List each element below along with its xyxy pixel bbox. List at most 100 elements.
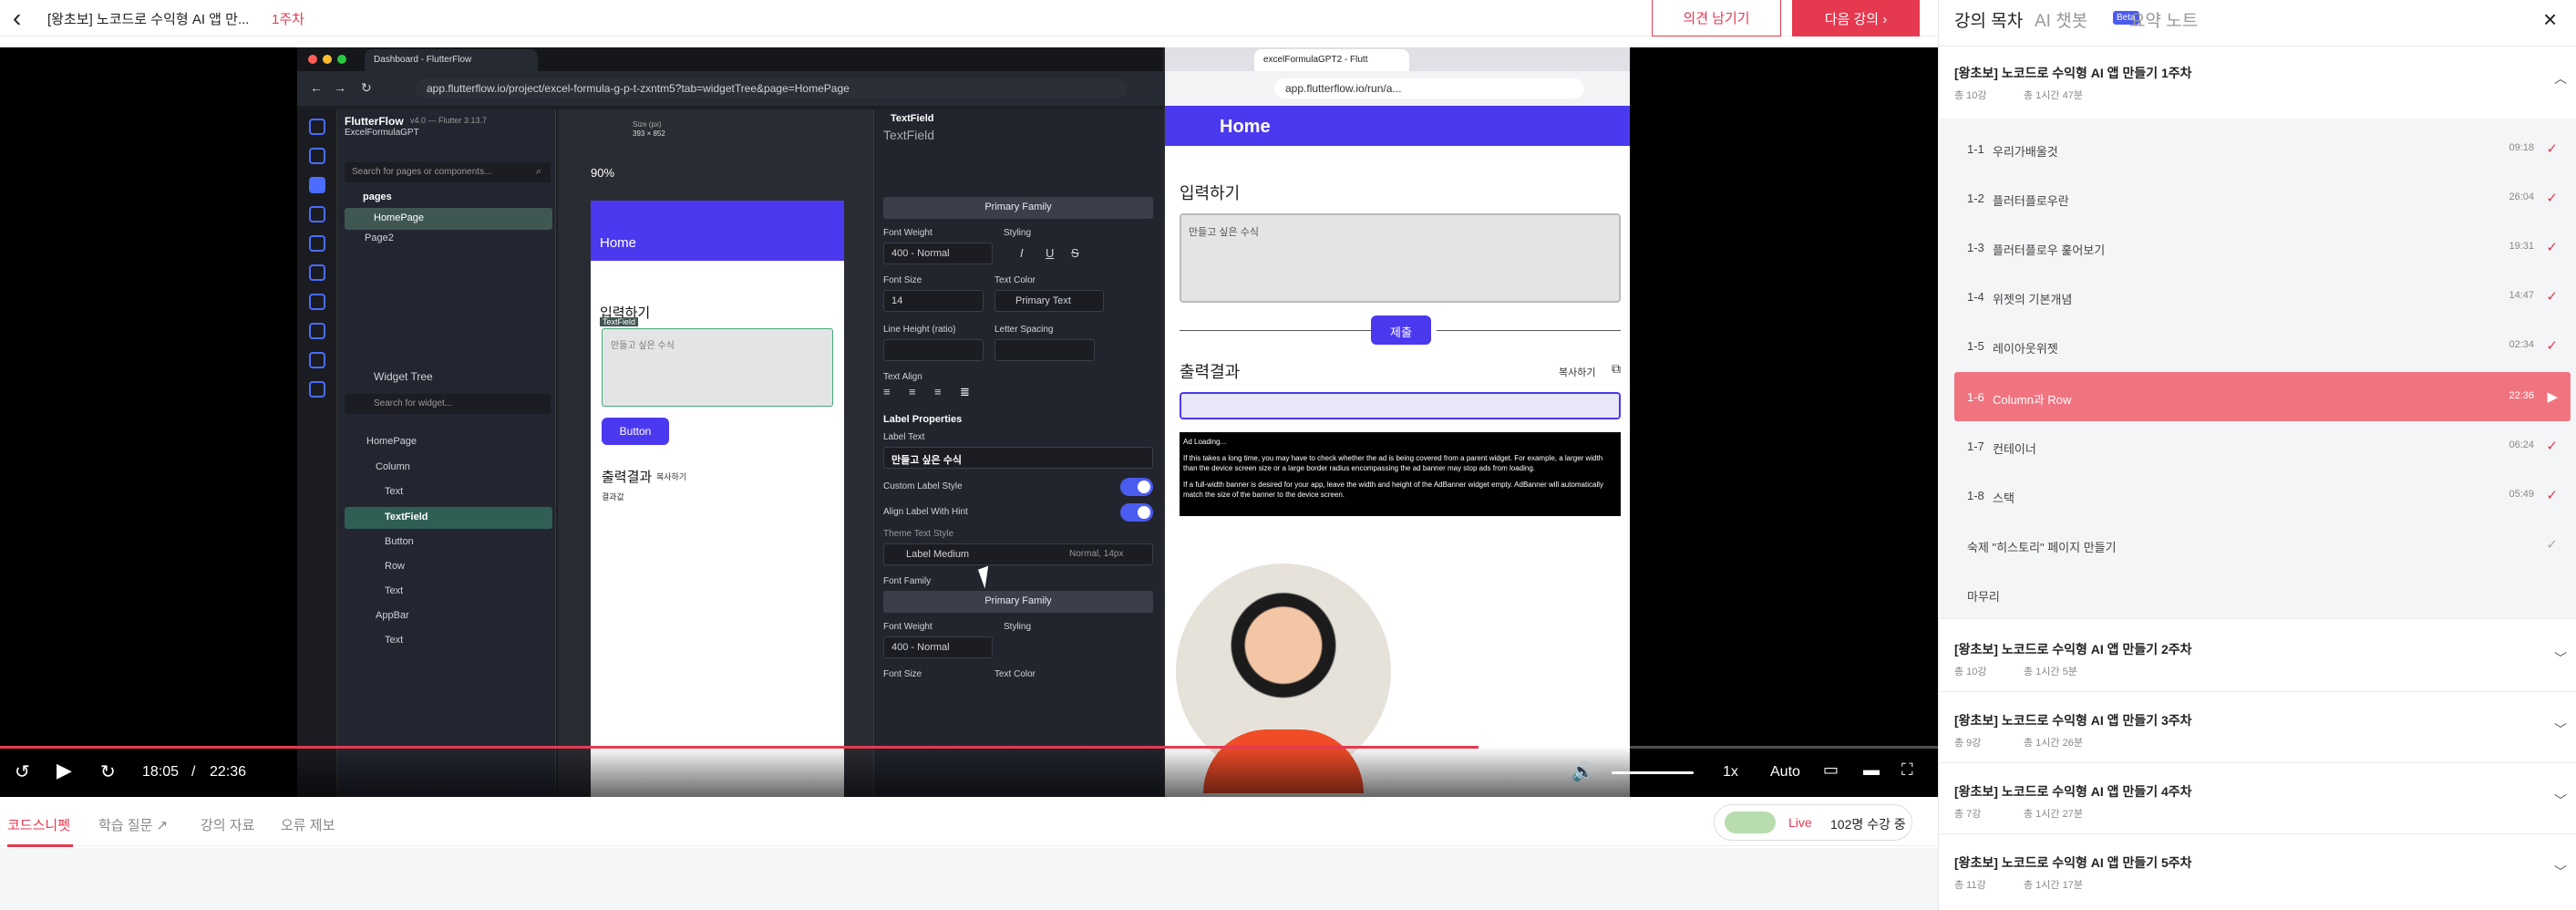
tree-row-selected[interactable] [345, 507, 552, 529]
font-weight-select[interactable]: 400 - Normal [883, 243, 993, 264]
week-1-title[interactable]: [왕초보] 노코드로 수익형 AI 앱 만들기 1주차 [1954, 64, 2192, 82]
theater-mode-icon[interactable]: ▬ [1863, 760, 1880, 780]
align-left-icon[interactable]: ≡ [883, 385, 891, 398]
week-4-title[interactable]: [왕초보] 노코드로 수익형 AI 앱 만들기 4주차 [1954, 782, 2192, 801]
letter-spacing-input[interactable] [994, 339, 1095, 361]
strikethrough-icon[interactable]: S [1071, 246, 1079, 260]
quality-button[interactable]: Auto [1770, 764, 1800, 781]
submit-button[interactable]: 제출 [1371, 315, 1431, 345]
lesson-time: 26:04 [2509, 191, 2534, 202]
media-icon [308, 352, 325, 368]
zoom-level[interactable]: 90% [591, 166, 614, 180]
volume-icon[interactable]: 🔊 [1571, 760, 1594, 783]
maximize-dot-icon [337, 55, 346, 64]
font-weight-select-2[interactable]: 400 - Normal [883, 636, 993, 658]
preview-button[interactable]: Button [602, 418, 669, 445]
tree-item[interactable]: Text [385, 585, 403, 596]
tab-code-snippet[interactable]: 코드스니펫 [7, 815, 70, 834]
align-right-icon[interactable]: ≡ [934, 385, 942, 398]
appbar [591, 201, 844, 261]
underline-icon[interactable]: U [1046, 246, 1054, 260]
properties-panel: TextField TextField Primary Family Font … [873, 109, 1163, 797]
close-icon[interactable]: × [2543, 5, 2557, 34]
align-label-toggle[interactable] [1120, 503, 1153, 522]
app-version: v4.0 — Flutter 3.13.7 [410, 116, 488, 125]
tree-item[interactable]: Button [385, 536, 414, 547]
chevron-up-icon[interactable]: ︿ [2554, 69, 2567, 88]
week-3-title[interactable]: [왕초보] 노코드로 수익형 AI 앱 만들기 3주차 [1954, 711, 2192, 729]
week-5-title[interactable]: [왕초보] 노코드로 수익형 AI 앱 만들기 5주차 [1954, 853, 2192, 872]
line-height-input[interactable] [883, 339, 984, 361]
play-icon: ▶ [2547, 389, 2558, 405]
tree-item[interactable]: TextField [385, 512, 428, 522]
lesson-item[interactable]: 1-8 스택 05:49 ✓ [1954, 471, 2571, 520]
tab-curriculum[interactable]: 강의 목차 [1954, 7, 2023, 32]
lesson-item-active[interactable]: 1-6 Column과 Row 22:36 ▶ [1954, 372, 2571, 421]
subtitles-icon[interactable]: ▭ [1823, 760, 1839, 780]
font-weight-label-2: Font Weight [883, 622, 933, 632]
lesson-title: 숙제 "히스토리" 페이지 만들기 [1967, 541, 2117, 554]
custom-label-style-toggle[interactable] [1120, 478, 1153, 496]
fullscreen-icon[interactable]: ⛶ [1901, 760, 1913, 780]
api-icon [308, 294, 325, 310]
result-text: 결과값 [602, 492, 624, 502]
tab-questions[interactable]: 학습 질문 ↗ [98, 815, 168, 834]
tab-report-error[interactable]: 오류 제보 [281, 815, 335, 834]
tree-item[interactable]: HomePage [366, 436, 417, 447]
label-text-input[interactable]: 만들고 싶은 수식 [883, 447, 1153, 469]
align-center-icon[interactable]: ≡ [909, 385, 916, 398]
check-icon: ✓ [2546, 439, 2558, 454]
week-2-title[interactable]: [왕초보] 노코드로 수익형 AI 앱 만들기 2주차 [1954, 640, 2192, 658]
primary-family-button-2[interactable]: Primary Family [883, 591, 1153, 613]
speed-button[interactable]: 1x [1723, 764, 1738, 781]
chevron-down-icon[interactable]: ﹀ [2554, 649, 2567, 667]
align-label-with-hint-label: Align Label With Hint [883, 507, 968, 517]
run-copy-text[interactable]: 복사하기 [1559, 365, 1595, 379]
tree-item[interactable]: Text [385, 486, 403, 497]
styling-label: Styling [1004, 228, 1032, 238]
primary-family-button[interactable]: Primary Family [883, 197, 1153, 219]
feedback-button[interactable]: 의견 남기기 [1652, 0, 1781, 36]
divider [1938, 691, 2576, 692]
volume-slider[interactable] [1612, 771, 1694, 774]
rewind-10-icon[interactable]: ↺ [15, 760, 30, 783]
lesson-item[interactable]: 1-5 레이아웃위젯 02:34 ✓ [1954, 321, 2571, 370]
live-avatars-icon [1725, 812, 1776, 833]
page-page2[interactable]: Page2 [365, 233, 394, 243]
align-justify-icon[interactable]: ≣ [960, 385, 970, 399]
play-icon[interactable]: ▶ [57, 759, 72, 782]
font-family-label: Font Family [883, 576, 932, 586]
lesson-item[interactable]: 1-1 우리가배울것 09:18 ✓ [1954, 124, 2571, 173]
lesson-item[interactable]: 1-2 플러터플로우란 26:04 ✓ [1954, 173, 2571, 222]
tree-item[interactable]: AppBar [376, 610, 409, 621]
back-arrow-icon[interactable]: ‹ [13, 5, 21, 31]
lesson-time: 14:47 [2509, 290, 2534, 301]
lesson-item[interactable]: 1-4 위젯의 기본개념 14:47 ✓ [1954, 272, 2571, 321]
text-color-label: Text Color [994, 275, 1036, 285]
tree-item[interactable]: Text [385, 635, 403, 646]
wrapup-item[interactable]: 마무리 [1954, 569, 2571, 618]
chevron-down-icon[interactable]: ﹀ [2554, 863, 2567, 881]
lesson-title: 마무리 [1967, 590, 2000, 604]
theme-text-style-label: Theme Text Style [883, 529, 954, 539]
lesson-item[interactable]: 1-3 플러터플로우 훑어보기 19:31 ✓ [1954, 222, 2571, 272]
tree-item[interactable]: Column [376, 461, 410, 472]
tree-item[interactable]: Row [385, 561, 405, 572]
font-size-input[interactable]: 14 [883, 290, 984, 312]
font-size-label-2: Font Size [883, 669, 922, 679]
next-lesson-button[interactable]: 다음 강의 › [1792, 0, 1920, 36]
check-icon: ✓ [2546, 338, 2558, 354]
italic-icon[interactable]: I [1020, 246, 1024, 260]
tab-summary-note[interactable]: 요약 노트 [2129, 7, 2198, 32]
page-homepage[interactable]: HomePage [374, 212, 424, 223]
tab-materials[interactable]: 강의 자료 [201, 815, 254, 834]
forward-10-icon[interactable]: ↻ [100, 760, 116, 783]
chevron-down-icon[interactable]: ﹀ [2554, 720, 2567, 739]
text-color-select[interactable]: Primary Text [994, 290, 1104, 312]
copy-icon[interactable]: ⧉ [1612, 361, 1621, 377]
ad-title: Ad Loading... [1183, 438, 1227, 446]
homework-item[interactable]: 숙제 "히스토리" 페이지 만들기 ✓ [1954, 520, 2571, 569]
tab-ai-chatbot[interactable]: AI 챗봇 [2035, 7, 2087, 32]
chevron-down-icon[interactable]: ﹀ [2554, 791, 2567, 810]
lesson-item[interactable]: 1-7 컨테이너 06:24 ✓ [1954, 421, 2571, 471]
